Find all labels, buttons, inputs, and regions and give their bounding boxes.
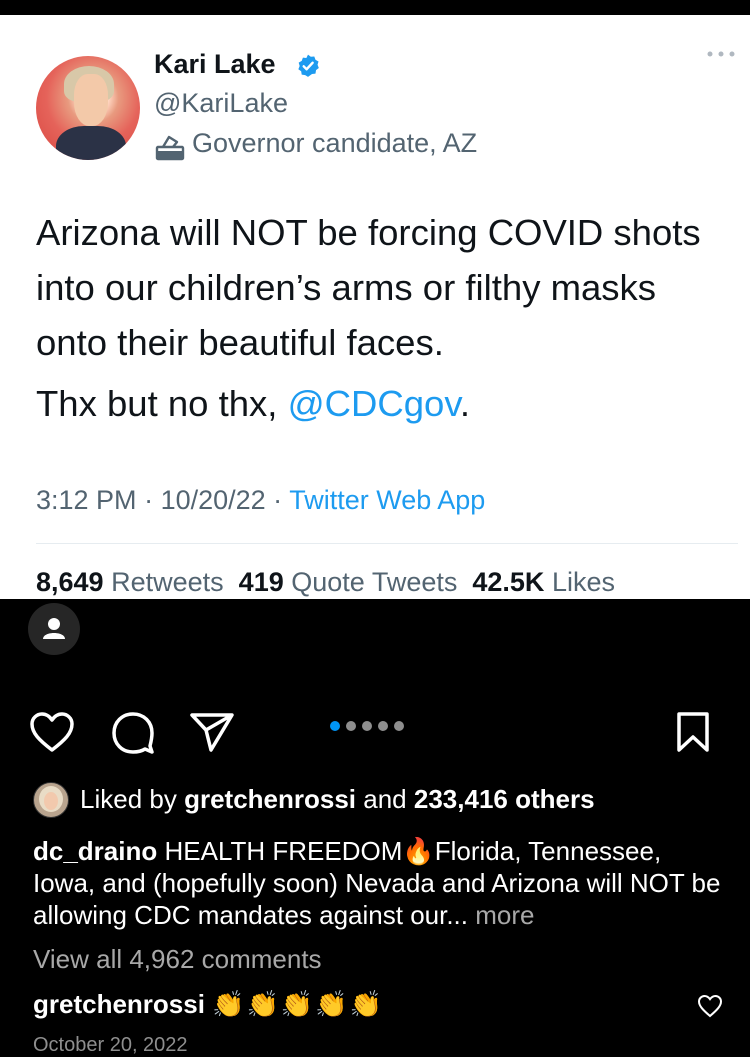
comment-text: 👏👏👏👏👏 xyxy=(212,989,385,1019)
tagged-users-button[interactable] xyxy=(28,603,80,655)
author-handle[interactable]: @KariLake xyxy=(154,88,288,119)
caption-username[interactable]: dc_draino xyxy=(33,836,157,866)
caption-more-link[interactable]: more xyxy=(475,900,534,930)
liked-prefix: Liked by xyxy=(80,784,177,814)
carousel-dot xyxy=(378,721,388,731)
author-avatar[interactable] xyxy=(36,56,140,160)
comment-username[interactable]: gretchenrossi xyxy=(33,989,205,1019)
person-icon xyxy=(43,618,65,639)
retweets-stat[interactable]: 8,649 Retweets xyxy=(36,567,224,597)
tweet-text-suffix: . xyxy=(459,383,471,424)
carousel-dot xyxy=(394,721,404,731)
tweet-source-app[interactable]: Twitter Web App xyxy=(289,485,485,515)
top-bar xyxy=(0,0,750,15)
more-options-icon[interactable] xyxy=(706,49,736,59)
retweets-count: 8,649 xyxy=(36,567,104,597)
carousel-dot xyxy=(346,721,356,731)
post-date: October 20, 2022 xyxy=(33,1034,188,1056)
tweet-text-second-line: Thx but no thx, @CDCgov. xyxy=(36,383,470,425)
caption-text-1: HEALTH FREEDOM xyxy=(164,836,403,866)
ballot-box-icon xyxy=(155,135,185,161)
bookmark-icon[interactable] xyxy=(675,711,711,753)
comment-like-heart-icon[interactable] xyxy=(697,994,723,1018)
tweet-time[interactable]: 3:12 PM xyxy=(36,485,137,515)
post-caption: dc_draino HEALTH FREEDOM🔥Florida, Tennes… xyxy=(33,835,723,931)
likes-count: 42.5K xyxy=(472,567,545,597)
view-all-comments-link[interactable]: View all 4,962 comments xyxy=(33,944,322,975)
tweet-card[interactable]: Kari Lake @KariLake Governor candidate, … xyxy=(0,15,750,599)
tweet-date[interactable]: 10/20/22 xyxy=(161,485,266,515)
liked-mid: and xyxy=(363,784,407,814)
tweet-meta: 3:12 PM · 10/20/22 · Twitter Web App xyxy=(36,485,486,515)
share-send-icon[interactable] xyxy=(189,711,235,753)
likes-stat[interactable]: 42.5K Likes xyxy=(472,567,615,597)
quotes-count: 419 xyxy=(238,567,284,597)
tweet-text: Arizona will NOT be forcing COVID shots … xyxy=(36,212,701,363)
likes-label: Likes xyxy=(551,567,615,597)
tweet-text-prefix: Thx but no thx, xyxy=(36,383,288,424)
carousel-dot xyxy=(362,721,372,731)
verified-badge-icon xyxy=(298,54,319,77)
quotes-label: Quote Tweets xyxy=(291,567,458,597)
quotes-stat[interactable]: 419 Quote Tweets xyxy=(239,567,458,597)
divider xyxy=(36,543,738,544)
author-name[interactable]: Kari Lake xyxy=(154,49,276,80)
liked-user[interactable]: gretchenrossi xyxy=(184,784,356,814)
like-heart-icon[interactable] xyxy=(29,711,75,753)
tweet-stats: 8,649 Retweets 419 Quote Tweets 42.5K Li… xyxy=(36,567,615,598)
carousel-indicator xyxy=(330,721,404,733)
liked-others[interactable]: 233,416 others xyxy=(414,784,595,814)
comment-row: gretchenrossi 👏👏👏👏👏 xyxy=(33,989,384,1020)
comment-icon[interactable] xyxy=(110,710,156,754)
retweets-label: Retweets xyxy=(111,567,224,597)
mention-link[interactable]: @CDCgov xyxy=(288,383,460,424)
fire-emoji: 🔥 xyxy=(402,836,435,866)
author-label: Governor candidate, AZ xyxy=(192,128,478,158)
likes-line[interactable]: Liked by gretchenrossi and 233,416 other… xyxy=(80,784,595,815)
carousel-dot xyxy=(330,721,340,731)
liker-avatar[interactable] xyxy=(33,782,69,818)
